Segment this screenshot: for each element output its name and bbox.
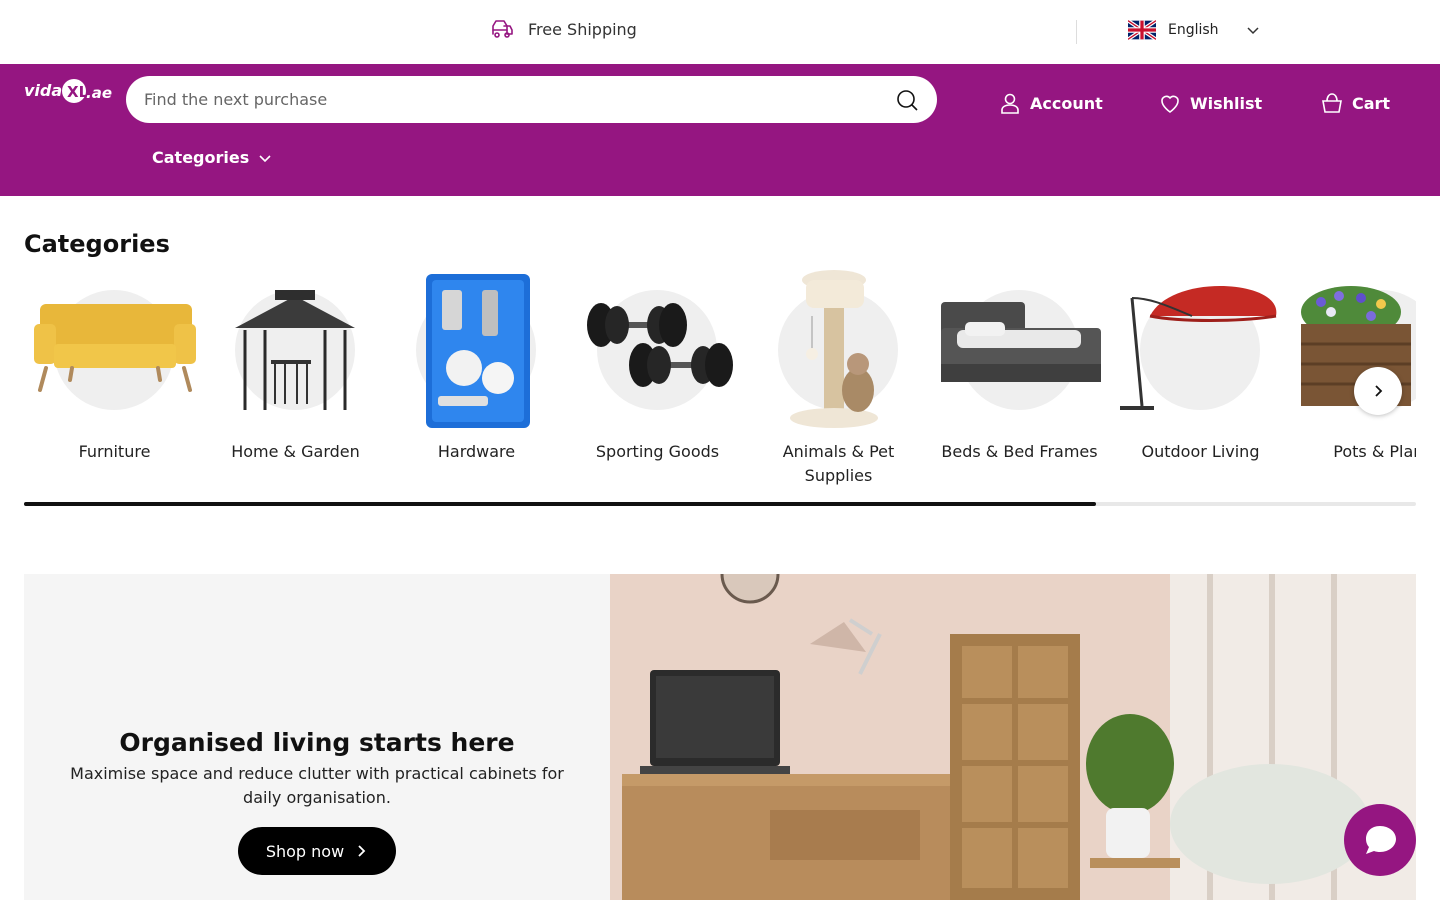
gazebo-icon bbox=[235, 290, 355, 410]
cat-tree-icon bbox=[790, 270, 878, 428]
basket-icon bbox=[1322, 93, 1342, 113]
wishlist-link[interactable]: Wishlist bbox=[1158, 91, 1262, 115]
category-furniture[interactable]: Furniture bbox=[24, 268, 205, 464]
chevron-down-icon bbox=[1247, 27, 1259, 35]
category-image bbox=[205, 268, 386, 430]
language-label: English bbox=[1168, 22, 1219, 38]
svg-text:.ae: .ae bbox=[86, 84, 112, 102]
promo-banner: Organised living starts here Maximise sp… bbox=[24, 574, 1416, 900]
category-image bbox=[748, 268, 929, 430]
svg-text:vida: vida bbox=[24, 81, 62, 100]
uk-flag-icon bbox=[1128, 20, 1156, 40]
language-selector[interactable]: English bbox=[1128, 20, 1261, 40]
chat-button[interactable] bbox=[1344, 804, 1416, 876]
wishlist-label: Wishlist bbox=[1190, 93, 1263, 113]
category-pots-plant[interactable]: Pots & Plant bbox=[1291, 268, 1416, 464]
user-icon bbox=[1001, 93, 1019, 114]
chevron-down-icon bbox=[259, 154, 271, 162]
category-home-garden[interactable]: Home & Garden bbox=[205, 268, 386, 464]
delivery-truck-icon bbox=[492, 20, 513, 38]
categories-toggle-label: Categories bbox=[152, 148, 250, 167]
bed-icon bbox=[941, 302, 1101, 382]
dumbbells-icon bbox=[587, 303, 733, 387]
top-bar: Free Shipping English bbox=[0, 0, 1440, 64]
carousel-scrollbar[interactable] bbox=[24, 502, 1416, 506]
category-image bbox=[386, 268, 567, 430]
category-carousel: Furniture Home & Garden Hardware Sportin… bbox=[24, 268, 1416, 488]
category-image bbox=[24, 268, 205, 430]
account-link[interactable]: Account bbox=[998, 91, 1103, 115]
categories-heading: Categories bbox=[24, 230, 170, 258]
search-input[interactable] bbox=[144, 90, 895, 109]
logo-mark: vida XL .ae bbox=[24, 79, 112, 103]
shop-now-label: Shop now bbox=[265, 841, 345, 861]
banner-title: Organised living starts here bbox=[119, 728, 515, 757]
main-header: vida XL .ae Account Wishlist Cart Catego… bbox=[0, 64, 1440, 196]
chevron-right-icon bbox=[1375, 385, 1383, 397]
parasol-icon bbox=[1120, 286, 1277, 410]
chat-bubble-icon bbox=[1366, 826, 1396, 854]
search-icon[interactable] bbox=[895, 88, 919, 112]
cart-link[interactable]: Cart bbox=[1320, 91, 1390, 115]
heart-icon bbox=[1161, 95, 1179, 113]
category-label: Outdoor Living bbox=[1141, 442, 1260, 461]
category-label: Pots & Plant bbox=[1333, 442, 1416, 461]
category-label: Beds & Bed Frames bbox=[941, 442, 1098, 461]
tool-case-icon bbox=[426, 274, 530, 428]
category-image bbox=[1110, 268, 1291, 430]
banner-description: Maximise space and reduce clutter with p… bbox=[70, 764, 564, 807]
category-beds-bed-frames[interactable]: Beds & Bed Frames bbox=[929, 268, 1110, 464]
category-image bbox=[567, 268, 748, 430]
category-sporting-goods[interactable]: Sporting Goods bbox=[567, 268, 748, 464]
free-shipping-text: Free Shipping bbox=[528, 19, 637, 39]
category-label: Animals & Pet Supplies bbox=[782, 442, 895, 485]
shop-now-button[interactable]: Shop now bbox=[238, 827, 396, 875]
category-outdoor-living[interactable]: Outdoor Living bbox=[1110, 268, 1291, 464]
banner-text-panel: Organised living starts here Maximise sp… bbox=[24, 574, 610, 900]
search-bar bbox=[126, 76, 937, 123]
category-label: Furniture bbox=[78, 442, 151, 461]
category-label: Hardware bbox=[437, 442, 516, 461]
account-label: Account bbox=[1030, 93, 1103, 113]
cart-label: Cart bbox=[1352, 93, 1391, 113]
room-scene-illustration bbox=[610, 574, 1416, 900]
category-label: Home & Garden bbox=[231, 442, 360, 461]
planter-icon bbox=[1301, 286, 1411, 406]
divider bbox=[1076, 20, 1077, 44]
banner-image bbox=[610, 574, 1416, 900]
chevron-right-icon bbox=[358, 845, 366, 857]
category-image bbox=[929, 268, 1110, 430]
categories-menu-toggle[interactable]: Categories bbox=[152, 148, 273, 167]
category-image bbox=[1291, 268, 1416, 430]
sofa-icon bbox=[34, 304, 196, 392]
category-label: Sporting Goods bbox=[595, 442, 720, 461]
site-logo[interactable]: vida XL .ae bbox=[24, 74, 112, 108]
carousel-next-button[interactable] bbox=[1354, 367, 1402, 415]
free-shipping-notice: Free Shipping bbox=[490, 17, 637, 41]
scrollbar-thumb[interactable] bbox=[24, 502, 1096, 506]
category-animals-pet-supplies[interactable]: Animals & Pet Supplies bbox=[748, 268, 929, 488]
category-hardware[interactable]: Hardware bbox=[386, 268, 567, 464]
